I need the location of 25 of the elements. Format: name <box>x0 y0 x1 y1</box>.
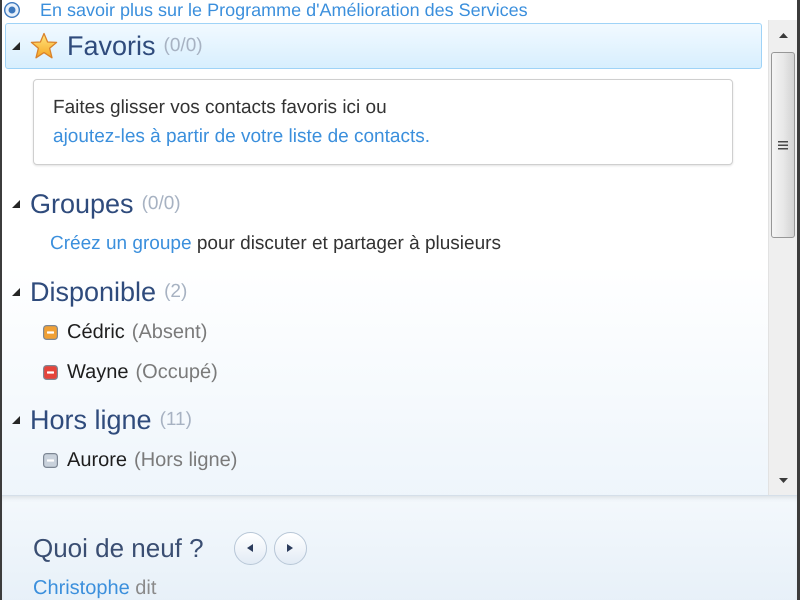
contact-item[interactable]: Cédric (Absent) <box>43 318 208 346</box>
previous-button[interactable] <box>234 532 267 564</box>
create-group-prompt: Créez un groupe pour discuter et partager à plusieurs <box>50 232 501 256</box>
triangle-icon[interactable] <box>12 200 20 208</box>
news-title: Quoi de neuf ? <box>33 532 204 565</box>
triangle-icon[interactable] <box>12 416 20 424</box>
scrollbar-thumb[interactable] <box>771 52 795 238</box>
triangle-icon[interactable] <box>12 42 20 50</box>
grip-icon <box>778 140 788 150</box>
group-header[interactable]: Disponible (2) <box>5 272 762 312</box>
triangle-icon[interactable] <box>12 288 20 296</box>
triangle-up-icon <box>778 32 788 38</box>
triangle-down-icon <box>778 478 788 482</box>
contact-item[interactable]: Wayne (Occupé) <box>43 358 218 386</box>
favorites-hint: Faites glisser vos contacts favoris ici ou ajoutez-les à partir de votre liste de contacts. <box>53 96 432 149</box>
triangle-left-icon <box>247 544 254 552</box>
group-header[interactable]: Favoris (0/0) <box>5 23 762 69</box>
contact-item[interactable]: Aurore (Hors ligne) <box>43 446 238 474</box>
news-author-line: Christophe dit <box>33 577 158 599</box>
circle-icon <box>4 2 20 18</box>
group-header[interactable]: Groupes (0/0) <box>5 184 762 224</box>
star-icon <box>30 32 58 60</box>
next-button[interactable] <box>274 532 307 564</box>
group-header[interactable]: Hors ligne (11) <box>5 400 762 440</box>
triangle-right-icon <box>287 544 294 552</box>
